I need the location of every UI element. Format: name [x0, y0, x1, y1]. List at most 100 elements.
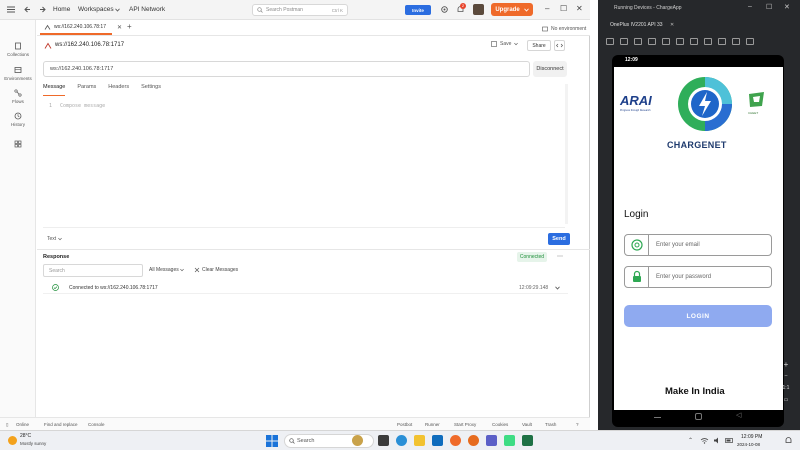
global-search-input[interactable]: Search Postman Ctrl K: [252, 4, 348, 16]
back-arrow-icon[interactable]: [24, 5, 32, 14]
status-proxy[interactable]: Start Proxy: [454, 422, 476, 427]
clear-messages-button[interactable]: Clear Messages: [194, 267, 238, 273]
recents-icon[interactable]: [654, 417, 661, 418]
tab-settings[interactable]: Settings: [141, 84, 161, 96]
rotate-left-icon[interactable]: [648, 38, 656, 45]
upgrade-button[interactable]: Upgrade: [491, 3, 533, 16]
message-filter-select[interactable]: All Messages: [149, 267, 184, 273]
tab-params[interactable]: Params: [77, 84, 96, 96]
taskbar-clock-date[interactable]: 2024-10-08: [737, 442, 760, 447]
sidebar-item-environments[interactable]: Environments: [0, 66, 36, 81]
zoom-out-icon[interactable]: –: [779, 373, 793, 379]
overview-icon[interactable]: [704, 38, 712, 45]
home-icon[interactable]: [695, 413, 702, 420]
tab-message[interactable]: Message: [43, 84, 66, 96]
message-search-input[interactable]: Search: [43, 264, 143, 277]
volume-down-icon[interactable]: [634, 38, 642, 45]
maximize-icon[interactable]: ☐: [560, 4, 567, 13]
postman-icon[interactable]: [450, 435, 461, 446]
teams-icon[interactable]: [486, 435, 497, 446]
list-item[interactable]: Connected to ws://162.240.106.78:1717 12…: [43, 281, 568, 294]
firefox-icon[interactable]: [468, 435, 479, 446]
status-cookies[interactable]: Cookies: [492, 422, 508, 427]
wifi-icon[interactable]: [700, 436, 709, 445]
status-online[interactable]: Online: [16, 422, 29, 427]
code-snippet-button[interactable]: [554, 40, 565, 51]
share-button[interactable]: Share: [527, 40, 551, 51]
environment-select[interactable]: No environment: [542, 23, 604, 34]
sidebar-item-flows[interactable]: Flows: [0, 89, 36, 104]
power-icon[interactable]: [606, 38, 614, 45]
zoom-ratio[interactable]: 1:1: [779, 385, 793, 391]
maximize-icon[interactable]: ☐: [766, 3, 772, 11]
new-tab-plus-icon[interactable]: +: [127, 22, 132, 31]
disconnect-button[interactable]: Disconnect: [533, 61, 567, 77]
request-title[interactable]: ws://162.240.106.78:1717: [55, 42, 124, 48]
system-tray-chevron-icon[interactable]: ⌃: [688, 437, 693, 444]
windows-start-icon[interactable]: [266, 435, 278, 447]
zoom-in-icon[interactable]: +: [779, 360, 793, 369]
email-field[interactable]: Enter your email: [624, 234, 772, 256]
nav-workspaces[interactable]: Workspaces: [78, 6, 114, 13]
forward-arrow-icon[interactable]: [38, 5, 46, 14]
copilot-icon[interactable]: [352, 435, 363, 446]
sidebar-item-history[interactable]: History: [0, 112, 36, 127]
status-runner[interactable]: Runner: [425, 422, 440, 427]
rotate-right-icon[interactable]: [662, 38, 670, 45]
avatar[interactable]: [473, 4, 484, 15]
device-name[interactable]: OnePlus IV2201 API 33: [610, 22, 663, 28]
tab-websocket-request[interactable]: ws://162.240.106.78:17: [40, 21, 112, 35]
outlook-icon[interactable]: [432, 435, 443, 446]
close-icon[interactable]: ✕: [784, 3, 790, 11]
format-select[interactable]: Text: [47, 236, 62, 242]
edge-browser-icon[interactable]: [396, 435, 407, 446]
fit-screen-icon[interactable]: ▭: [779, 397, 793, 403]
volume-icon[interactable]: [713, 436, 722, 445]
taskbar-clock-time[interactable]: 12:09 PM: [741, 434, 762, 440]
editor-scrollbar[interactable]: [565, 84, 568, 224]
password-field[interactable]: Enter your password: [624, 266, 772, 288]
tab-headers[interactable]: Headers: [108, 84, 129, 96]
message-editor[interactable]: 1 Compose message: [43, 98, 565, 228]
nav-home[interactable]: Home: [53, 6, 70, 13]
sidebar-item-collections[interactable]: Collections: [0, 42, 36, 57]
minimize-icon[interactable]: –: [748, 3, 752, 10]
help-icon[interactable]: ?: [576, 422, 579, 427]
save-button[interactable]: Save: [491, 41, 519, 47]
close-icon[interactable]: ✕: [576, 4, 583, 13]
hamburger-icon[interactable]: [6, 5, 16, 14]
more-options-icon[interactable]: ⋯: [557, 253, 563, 260]
minimize-icon[interactable]: –: [545, 4, 549, 13]
status-postbot[interactable]: Postbot: [397, 422, 412, 427]
weather-temperature[interactable]: 28°C: [20, 433, 31, 439]
invite-button[interactable]: Invite: [405, 5, 431, 15]
file-explorer-icon[interactable]: [414, 435, 425, 446]
device-tab-close-icon[interactable]: ✕: [670, 22, 674, 28]
sidebar-toggle-icon[interactable]: ▯: [6, 422, 8, 428]
screenshot-icon[interactable]: [718, 38, 726, 45]
snapshot-icon[interactable]: [732, 38, 740, 45]
url-input[interactable]: ws://162.240.106.78:1717: [43, 61, 530, 77]
weather-description[interactable]: Mostly sunny: [20, 441, 46, 446]
send-button[interactable]: Send: [548, 233, 570, 245]
android-studio-icon[interactable]: [504, 435, 515, 446]
task-view-icon[interactable]: [378, 435, 389, 446]
login-button[interactable]: LOGIN: [624, 305, 772, 327]
sun-weather-icon[interactable]: [8, 436, 17, 445]
back-icon[interactable]: ◁: [736, 411, 741, 419]
settings-gear-icon[interactable]: [440, 5, 449, 14]
sidebar-item-workbench[interactable]: [0, 140, 36, 150]
chevron-down-icon[interactable]: [555, 286, 560, 290]
battery-icon[interactable]: [725, 436, 734, 445]
status-vault[interactable]: Vault: [522, 422, 532, 427]
back-icon[interactable]: [676, 38, 684, 45]
status-console[interactable]: Console: [88, 422, 105, 427]
tab-close-icon[interactable]: ✕: [117, 24, 122, 31]
more-options-icon[interactable]: [746, 38, 754, 45]
status-trash[interactable]: Trash: [545, 422, 556, 427]
status-find-replace[interactable]: Find and replace: [44, 422, 78, 427]
nav-api-network[interactable]: API Network: [129, 6, 165, 13]
notification-bell-icon[interactable]: [784, 436, 793, 445]
home-icon[interactable]: [690, 38, 698, 45]
excel-icon[interactable]: [522, 435, 533, 446]
